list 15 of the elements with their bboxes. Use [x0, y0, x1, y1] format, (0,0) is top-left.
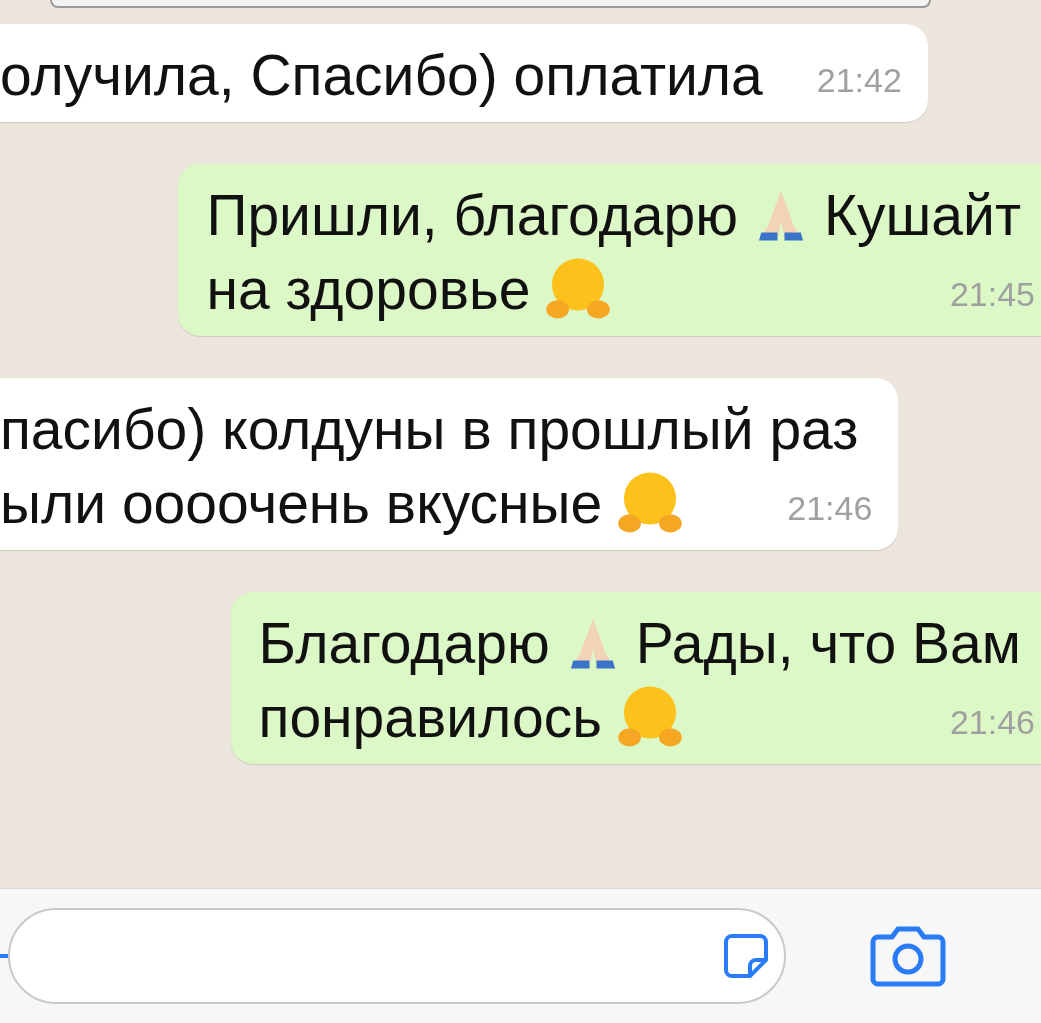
message-text: понравилось: [258, 684, 602, 750]
message-text: ыли оооочень вкусные: [0, 470, 603, 536]
message-text: олучила, Спасибо) оплатила: [0, 42, 763, 108]
message-text: Пришли, благодарю: [206, 182, 738, 248]
message-text: пасибо) колдуны в прошлый раз: [0, 396, 859, 462]
message-text: Рады, что Вам: [635, 610, 1021, 676]
message-text: Кушайт: [823, 182, 1021, 248]
message-time: 21:45: [948, 274, 1035, 315]
message-time: 21:46: [948, 702, 1035, 743]
message-text: на здоровье: [206, 256, 531, 322]
message-time: 21:42: [815, 60, 902, 101]
camera-icon[interactable]: [870, 925, 946, 987]
sticker-icon[interactable]: [722, 932, 770, 980]
message-time: 21:46: [786, 488, 873, 529]
message-text: Благодарю: [258, 610, 550, 676]
